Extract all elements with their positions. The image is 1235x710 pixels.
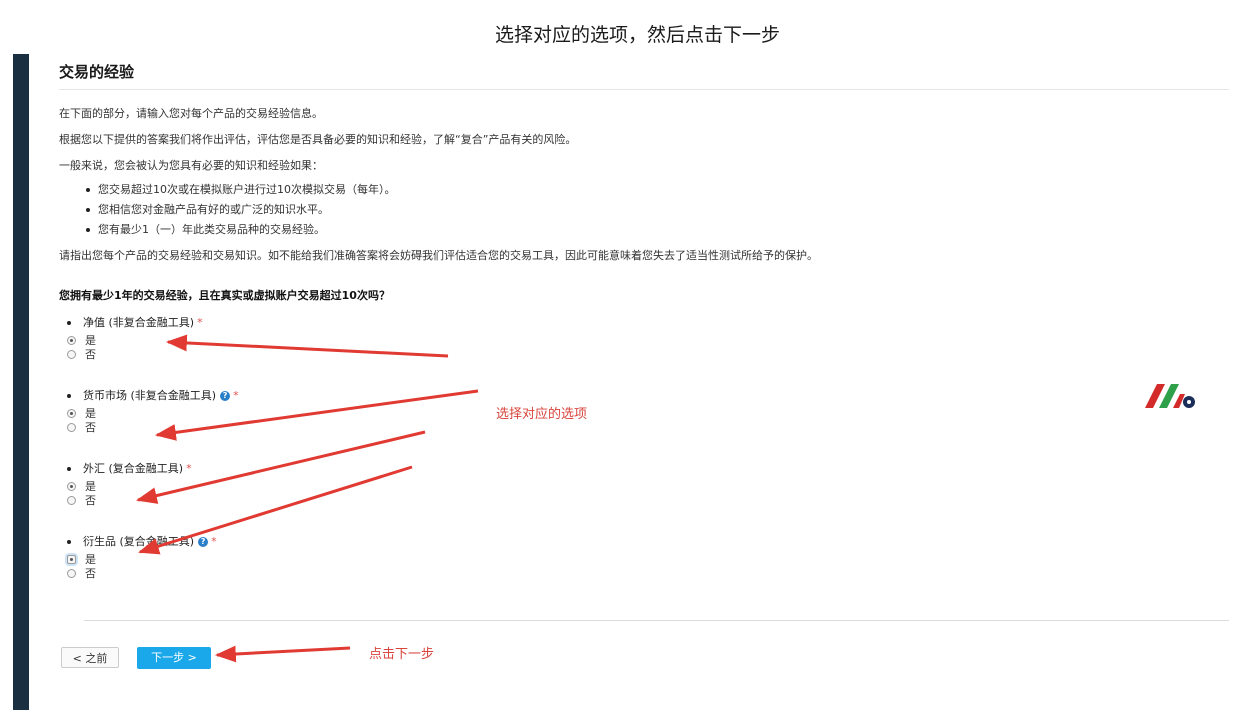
- form-footer-divider: [84, 620, 1229, 621]
- radio-yes[interactable]: [67, 482, 76, 491]
- product-label: 衍生品 (复合金融工具)? *: [67, 535, 217, 553]
- product-label: 外汇 (复合金融工具) *: [67, 462, 192, 480]
- title-divider: [59, 89, 1229, 90]
- product-group-money-market: 货币市场 (非复合金融工具)? * 是 否: [67, 389, 239, 435]
- logo-dot-center: [1187, 400, 1191, 404]
- brand-logo-icon: [1145, 384, 1195, 408]
- option-no[interactable]: 否: [67, 494, 192, 508]
- help-icon[interactable]: ?: [198, 537, 209, 547]
- intro-text: 在下面的部分，请输入您对每个产品的交易经验信息。: [59, 107, 323, 120]
- product-group-equity: 净值 (非复合金融工具) * 是 否: [67, 316, 203, 362]
- criteria-list: 您交易超过10次或在模拟账户进行过10次模拟交易（每年）。 您相信您对金融产品有…: [80, 183, 396, 243]
- required-asterisk: *: [186, 462, 192, 475]
- radio-no[interactable]: [67, 423, 76, 432]
- radio-no[interactable]: [67, 496, 76, 505]
- criteria-item: 您交易超过10次或在模拟账户进行过10次模拟交易（每年）。: [80, 183, 396, 203]
- criteria-item: 您相信您对金融产品有好的或广泛的知识水平。: [80, 203, 396, 223]
- required-asterisk: *: [197, 316, 203, 329]
- criteria-lead-text: 一般来说，您会被认为您具有必要的知识和经验如果：: [59, 159, 323, 172]
- option-no[interactable]: 否: [67, 348, 203, 362]
- product-group-forex: 外汇 (复合金融工具) * 是 否: [67, 462, 192, 508]
- help-icon[interactable]: ?: [220, 391, 231, 401]
- section-title: 交易的经验: [59, 63, 135, 81]
- product-label: 净值 (非复合金融工具) *: [67, 316, 203, 334]
- option-yes[interactable]: 是: [67, 480, 192, 494]
- annotation-select-option: 选择对应的选项: [496, 407, 588, 422]
- notice-text: 请指出您每个产品的交易经验和交易知识。如不能给我们准确答案将会妨碍我们评估适合您…: [59, 249, 818, 262]
- option-no[interactable]: 否: [67, 421, 239, 435]
- instruction-caption: 选择对应的选项，然后点击下一步: [494, 24, 780, 46]
- option-yes[interactable]: 是: [67, 407, 239, 421]
- previous-button[interactable]: < 之前: [61, 647, 119, 668]
- experience-question: 您拥有最少1年的交易经验，且在真实或虚拟账户交易超过10次吗？: [59, 289, 390, 302]
- radio-no[interactable]: [67, 569, 76, 578]
- criteria-item: 您有最少1（一）年此类交易品种的交易经验。: [80, 223, 396, 243]
- radio-yes[interactable]: [67, 555, 76, 564]
- option-no[interactable]: 否: [67, 567, 217, 581]
- assessment-text: 根据您以下提供的答案我们将作出评估，评估您是否具备必要的知识和经验，了解“复合”…: [59, 133, 577, 146]
- radio-no[interactable]: [67, 350, 76, 359]
- radio-yes[interactable]: [67, 409, 76, 418]
- next-step-button[interactable]: 下一步 >: [137, 647, 211, 669]
- product-group-derivatives: 衍生品 (复合金融工具)? * 是 否: [67, 535, 217, 581]
- arrow-equity: [165, 334, 449, 358]
- radio-yes[interactable]: [67, 336, 76, 345]
- product-label: 货币市场 (非复合金融工具)? *: [67, 389, 239, 407]
- arrow-next: [214, 645, 351, 663]
- required-asterisk: *: [211, 535, 217, 548]
- required-asterisk: *: [233, 389, 239, 402]
- annotation-click-next: 点击下一步: [369, 647, 435, 662]
- left-accent-bar: [13, 54, 29, 710]
- option-yes[interactable]: 是: [67, 553, 217, 567]
- option-yes[interactable]: 是: [67, 334, 203, 348]
